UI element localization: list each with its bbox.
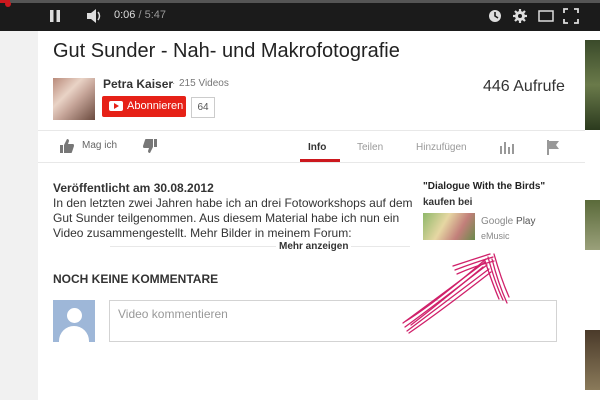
subscribe-label: Abonnieren xyxy=(127,100,184,112)
play-word: Play xyxy=(516,216,536,227)
like-label[interactable]: Mag ich xyxy=(82,140,117,151)
fullscreen-icon[interactable] xyxy=(563,8,579,24)
description-line: Video zusammengestellt. Mehr Bilder in m… xyxy=(53,226,352,240)
statistics-icon[interactable] xyxy=(500,141,514,154)
tab-share[interactable]: Teilen xyxy=(357,142,383,153)
avatar-body xyxy=(59,326,89,342)
scrubber-handle[interactable] xyxy=(5,1,11,7)
volume-icon[interactable] xyxy=(86,8,104,24)
current-time: 0:06 xyxy=(114,9,136,21)
tab-info[interactable]: Info xyxy=(308,142,326,153)
watch-later-icon[interactable] xyxy=(488,9,502,23)
channel-avatar[interactable] xyxy=(53,78,95,120)
separator-dot: · xyxy=(172,78,176,89)
theater-mode-icon[interactable] xyxy=(538,10,554,22)
divider xyxy=(38,130,585,131)
view-count: 446 Aufrufe xyxy=(483,78,565,95)
buy-label: kaufen bei xyxy=(423,197,473,208)
progress-track[interactable] xyxy=(0,0,600,3)
related-thumbnail[interactable] xyxy=(585,330,600,390)
comment-placeholder: Video kommentieren xyxy=(118,307,228,321)
thumbs-down-icon[interactable] xyxy=(142,138,158,154)
report-flag-icon[interactable] xyxy=(546,140,560,155)
divider xyxy=(38,162,585,163)
channel-video-count[interactable]: 215 Videos xyxy=(179,78,229,89)
channel-name[interactable]: Petra Kaiser xyxy=(103,77,173,91)
annotation-arrow-icon xyxy=(402,253,510,334)
youtube-play-icon xyxy=(109,101,123,111)
description-line: Gut Sunder teilgenommen. Aus diesem Mate… xyxy=(53,211,400,225)
related-thumbnail[interactable] xyxy=(585,40,600,130)
comments-heading: NOCH KEINE KOMMENTARE xyxy=(53,272,219,286)
subscribe-button[interactable]: Abonnieren xyxy=(102,96,186,117)
tab-add-to[interactable]: Hinzufügen xyxy=(416,142,467,153)
show-more-button[interactable]: Mehr anzeigen xyxy=(276,241,352,252)
settings-icon[interactable] xyxy=(513,9,527,23)
thumbs-up-icon[interactable] xyxy=(59,138,75,154)
emusic-link[interactable]: eMusic xyxy=(481,231,510,241)
user-avatar-icon xyxy=(53,300,95,342)
duration: 5:47 xyxy=(144,9,167,21)
google-play-word: Google xyxy=(481,216,514,227)
store-thumbnail[interactable] xyxy=(423,213,475,240)
pause-icon[interactable] xyxy=(48,9,62,23)
google-play-link[interactable]: Google Play xyxy=(481,216,535,227)
video-description: In den letzten zwei Jahren habe ich an d… xyxy=(53,196,413,241)
divider xyxy=(110,246,410,247)
time-display: 0:06 / 5:47 xyxy=(114,9,167,21)
publish-date: Veröffentlicht am 30.08.2012 xyxy=(53,181,214,195)
video-title: Gut Sunder - Nah- und Makrofotografie xyxy=(53,40,400,62)
description-line: In den letzten zwei Jahren habe ich an d… xyxy=(53,196,413,210)
music-title: "Dialogue With the Birds" xyxy=(423,181,546,192)
related-thumbnail[interactable] xyxy=(585,200,600,250)
left-gutter xyxy=(0,31,38,400)
subscriber-count: 64 xyxy=(191,97,215,118)
avatar-head xyxy=(67,308,82,323)
